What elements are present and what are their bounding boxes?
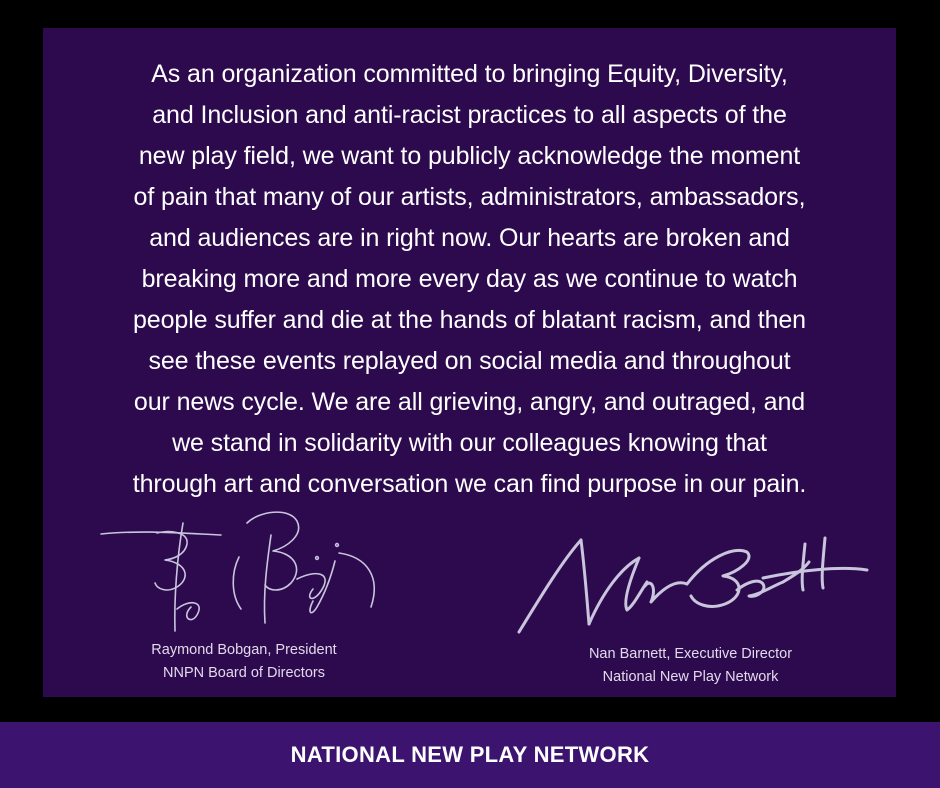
signer-organization: NNPN Board of Directors <box>163 665 325 681</box>
statement-line: people suffer and die at the hands of bl… <box>133 306 806 334</box>
statement-text: As an organization committed to bringing… <box>63 54 876 505</box>
signer-name-title: Raymond Bobgan, President <box>151 642 337 658</box>
statement-line: new play field, we want to publicly ackn… <box>138 142 801 170</box>
signer-name-title: Nan Barnett, Executive Director <box>588 646 793 662</box>
signature-bobgan <box>100 511 375 632</box>
statement-line: of pain that many of our artists, admini… <box>133 183 806 211</box>
statement-line: and audiences are in right now. Our hear… <box>149 224 790 252</box>
statement-line: As an organization committed to bringing… <box>151 60 788 88</box>
signature-block-president: Raymond Bobgan, President NNPN Board of … <box>79 503 409 685</box>
signer-organization: National New Play Network <box>602 669 779 685</box>
footer-banner: NATIONAL NEW PLAY NETWORK <box>0 722 940 788</box>
statement-line: our news cycle. We are all grieving, ang… <box>133 388 806 416</box>
signature-block-executive-director: Nan Barnett, Executive Director National… <box>498 526 883 689</box>
statement-line: through art and conversation we can find… <box>132 470 807 498</box>
organization-name: NATIONAL NEW PLAY NETWORK <box>290 742 650 767</box>
statement-line: we stand in solidarity with our colleagu… <box>172 429 767 457</box>
signature-barnett <box>517 536 868 634</box>
statement-panel: As an organization committed to bringing… <box>43 28 896 697</box>
statement-line: and Inclusion and anti-racist practices … <box>152 101 787 129</box>
statement-line: see these events replayed on social medi… <box>148 347 791 375</box>
statement-line: breaking more and more every day as we c… <box>141 265 798 293</box>
